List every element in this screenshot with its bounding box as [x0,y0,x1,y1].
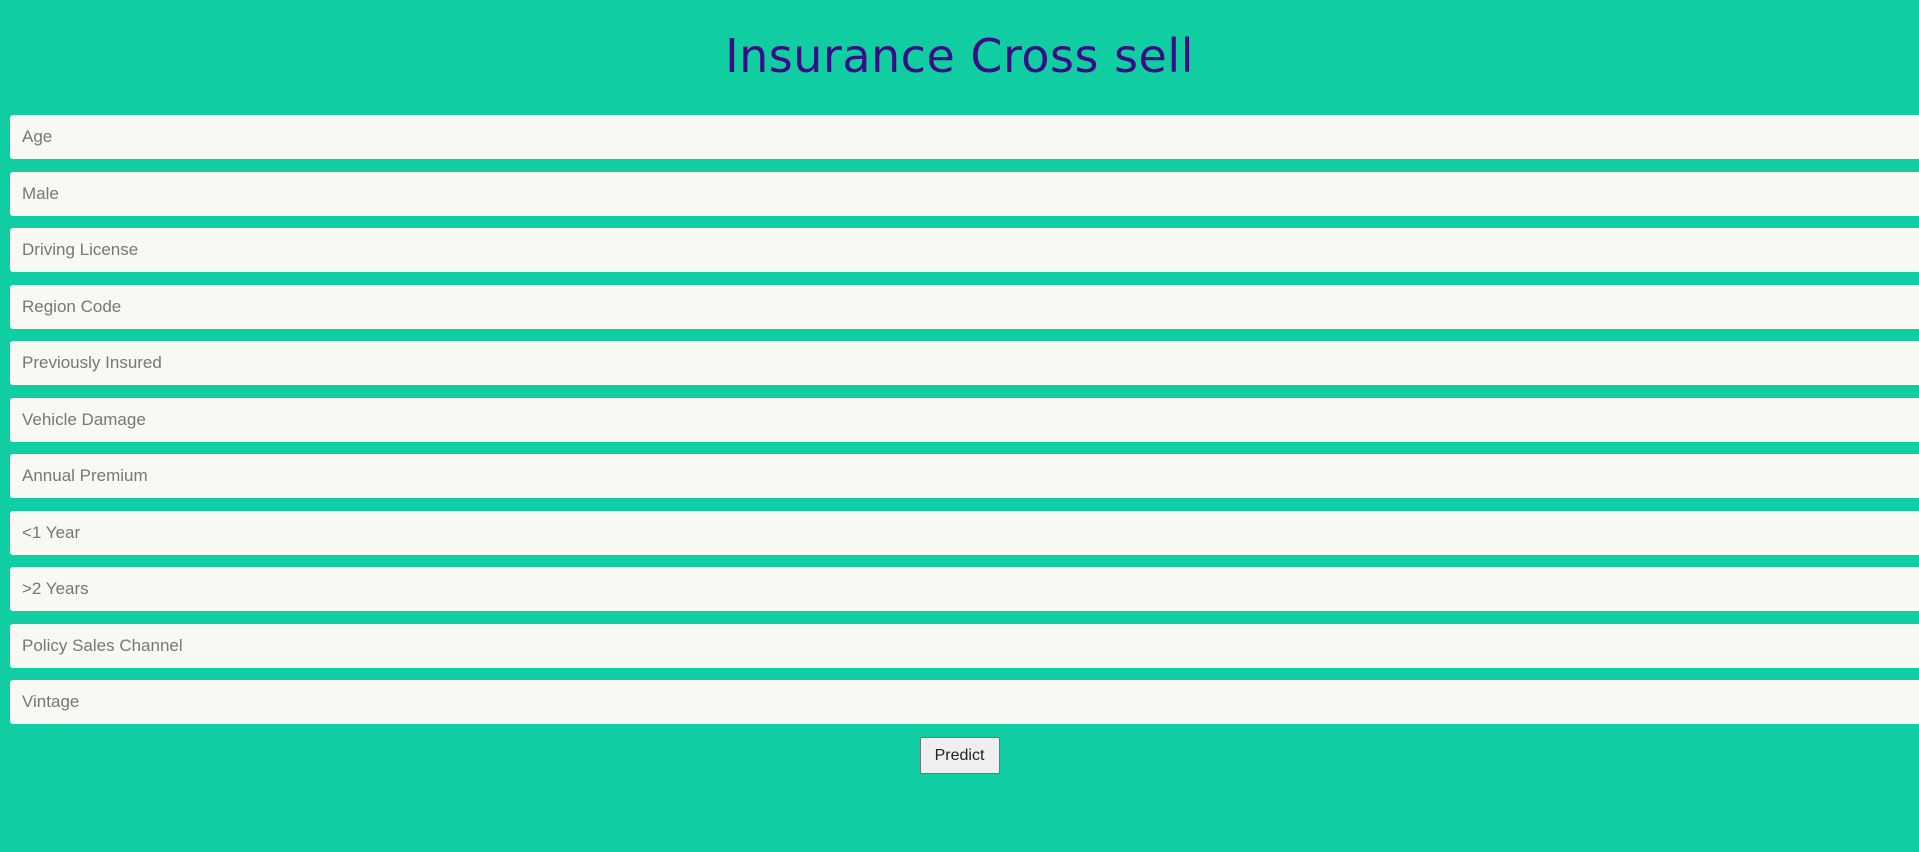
annual-premium-input[interactable] [10,454,1919,498]
age-input[interactable] [10,115,1919,159]
vehicle-damage-input[interactable] [10,397,1919,442]
vehicle-age-over-2-years-input[interactable] [10,567,1919,611]
driving-license-input[interactable] [10,228,1919,272]
page-title: Insurance Cross sell [725,29,1194,83]
region-code-input[interactable] [10,284,1919,329]
previously-insured-input[interactable] [10,341,1919,385]
vehicle-age-under-1-year-input[interactable] [10,510,1919,555]
policy-sales-channel-input[interactable] [10,623,1919,668]
predict-button[interactable]: Predict [919,737,1000,774]
predict-button-container: Predict [0,737,1919,774]
vintage-input[interactable] [10,680,1919,724]
prediction-form [10,115,1919,737]
male-input[interactable] [10,171,1919,216]
